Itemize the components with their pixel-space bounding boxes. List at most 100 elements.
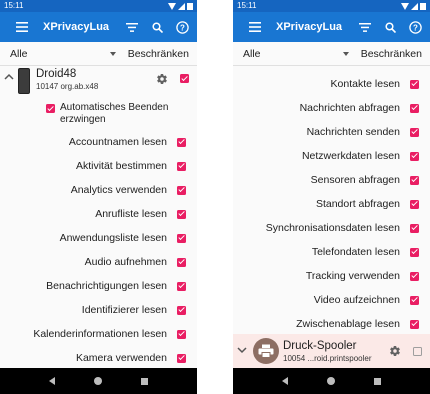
help-icon[interactable]: ? xyxy=(173,18,191,36)
restriction-row[interactable]: Zwischenablage lesen xyxy=(233,312,430,336)
battery-icon xyxy=(187,2,193,10)
app-package: 10054 ...roid.printspooler xyxy=(283,353,372,363)
restriction-row[interactable]: Sensoren abfragen xyxy=(233,168,430,192)
gear-icon[interactable] xyxy=(156,72,170,86)
status-bar: 15:11 xyxy=(0,0,197,12)
svg-text:?: ? xyxy=(180,23,185,32)
restriction-row[interactable]: Analytics verwenden xyxy=(0,178,197,202)
restriction-label: Zwischenablage lesen xyxy=(296,318,400,330)
status-icons xyxy=(401,0,426,12)
category-select[interactable]: Alle xyxy=(243,48,361,60)
restriction-label: Kontakte lesen xyxy=(330,78,400,90)
restriction-row[interactable]: Telefondaten lesen xyxy=(233,240,430,264)
restriction-label: Netzwerkdaten lesen xyxy=(301,150,400,162)
restriction-checkbox[interactable] xyxy=(410,151,419,161)
app-restrict-checkbox[interactable] xyxy=(413,346,422,356)
chevron-up-icon[interactable] xyxy=(4,72,18,83)
svg-text:?: ? xyxy=(413,23,418,32)
restriction-checkbox[interactable] xyxy=(410,79,419,89)
restriction-label: Anwendungsliste lesen xyxy=(59,232,167,244)
restriction-label: Aktivität bestimmen xyxy=(75,160,167,172)
restriction-checkbox[interactable] xyxy=(410,271,419,281)
restriction-checkbox[interactable] xyxy=(177,209,186,219)
app-bar: XPrivacyLua ? xyxy=(233,12,430,42)
status-time: 15:11 xyxy=(4,1,24,10)
force-stop-option[interactable]: Automatisches Beenden erzwingen xyxy=(0,102,197,130)
restriction-row[interactable]: Nachrichten abfragen xyxy=(233,96,430,120)
restriction-row[interactable]: Identifizierer lesen xyxy=(0,298,197,322)
restriction-label: Accountnamen lesen xyxy=(68,136,167,148)
gear-icon[interactable] xyxy=(389,344,403,358)
filter-icon[interactable] xyxy=(123,18,141,36)
app-list-item[interactable]: Droid48 10147 org.ab.x48 xyxy=(0,66,197,102)
restriction-checkbox[interactable] xyxy=(410,247,419,257)
back-icon[interactable] xyxy=(49,377,56,385)
hamburger-menu-icon[interactable] xyxy=(246,18,264,36)
hamburger-menu-icon[interactable] xyxy=(13,18,31,36)
app-list-item[interactable]: Druck-Spooler 10054 ...roid.printspooler xyxy=(233,334,430,368)
back-icon[interactable] xyxy=(282,377,289,385)
chevron-down-icon[interactable] xyxy=(237,346,251,357)
restriction-checkbox[interactable] xyxy=(177,353,186,363)
restriction-list: Kontakte lesen Nachrichten abfragen Nach… xyxy=(233,66,430,336)
restriction-row[interactable]: Accountnamen lesen xyxy=(0,130,197,154)
restriction-row[interactable]: Nachrichten senden xyxy=(233,120,430,144)
restriction-row[interactable]: Kontakte lesen xyxy=(233,72,430,96)
filter-bar: Alle Beschränken xyxy=(233,42,430,66)
restriction-checkbox[interactable] xyxy=(177,137,186,147)
restriction-row[interactable]: Video aufzeichnen xyxy=(233,288,430,312)
restriction-row[interactable]: Kamera verwenden xyxy=(0,346,197,370)
restriction-checkbox[interactable] xyxy=(177,185,186,195)
restriction-checkbox[interactable] xyxy=(410,127,419,137)
force-stop-checkbox[interactable] xyxy=(46,104,55,113)
restriction-checkbox[interactable] xyxy=(177,329,186,339)
restriction-checkbox[interactable] xyxy=(410,223,419,233)
app-restrict-checkbox[interactable] xyxy=(180,74,189,83)
signal-icon xyxy=(178,2,185,10)
restriction-checkbox[interactable] xyxy=(410,319,419,329)
restriction-label: Synchronisationsdaten lesen xyxy=(265,222,400,234)
app-bar: XPrivacyLua ? xyxy=(0,12,197,42)
restriction-label: Kamera verwenden xyxy=(75,352,167,364)
recent-apps-icon[interactable] xyxy=(373,377,381,385)
restriction-row[interactable]: Benachrichtigungen lesen xyxy=(0,274,197,298)
restriction-row[interactable]: Anwendungsliste lesen xyxy=(0,226,197,250)
restriction-checkbox[interactable] xyxy=(177,305,186,315)
app-title: XPrivacyLua xyxy=(43,21,110,33)
restriction-label: Sensoren abfragen xyxy=(310,174,400,186)
restriction-row[interactable]: Audio aufnehmen xyxy=(0,250,197,274)
app-name: Druck-Spooler xyxy=(283,339,357,352)
restriction-checkbox[interactable] xyxy=(410,295,419,305)
restriction-row[interactable]: Standort abfragen xyxy=(233,192,430,216)
restriction-checkbox[interactable] xyxy=(177,161,186,171)
recent-apps-icon[interactable] xyxy=(140,377,148,385)
restriction-row[interactable]: Synchronisationsdaten lesen xyxy=(233,216,430,240)
restriction-row[interactable]: Tracking verwenden xyxy=(233,264,430,288)
home-icon[interactable] xyxy=(326,377,335,385)
category-select-value: Alle xyxy=(243,47,261,60)
search-icon[interactable] xyxy=(381,18,399,36)
restriction-checkbox[interactable] xyxy=(177,281,186,291)
restriction-row[interactable]: Netzwerkdaten lesen xyxy=(233,144,430,168)
force-stop-label: Automatisches Beenden erzwingen xyxy=(60,102,169,125)
restriction-checkbox[interactable] xyxy=(177,233,186,243)
search-icon[interactable] xyxy=(148,18,166,36)
filter-icon[interactable] xyxy=(356,18,374,36)
restriction-checkbox[interactable] xyxy=(177,257,186,267)
nav-bar xyxy=(233,368,430,394)
status-icons xyxy=(168,0,193,12)
restriction-checkbox[interactable] xyxy=(410,103,419,113)
restriction-label: Nachrichten senden xyxy=(306,126,400,138)
restriction-row[interactable]: Anrufliste lesen xyxy=(0,202,197,226)
restriction-checkbox[interactable] xyxy=(410,175,419,185)
restriction-label: Identifizierer lesen xyxy=(81,304,167,316)
restriction-row[interactable]: Kalenderinformationen lesen xyxy=(0,322,197,346)
home-icon[interactable] xyxy=(93,377,102,385)
restriction-row[interactable]: Aktivität bestimmen xyxy=(0,154,197,178)
help-icon[interactable]: ? xyxy=(406,18,424,36)
phone-screen-left: 15:11 XPrivacyLua ? Alle Beschränken Dro… xyxy=(0,0,197,394)
category-select[interactable]: Alle xyxy=(10,48,128,60)
restriction-checkbox[interactable] xyxy=(410,199,419,209)
app-title: XPrivacyLua xyxy=(276,21,343,33)
restriction-label: Anrufliste lesen xyxy=(95,208,167,220)
